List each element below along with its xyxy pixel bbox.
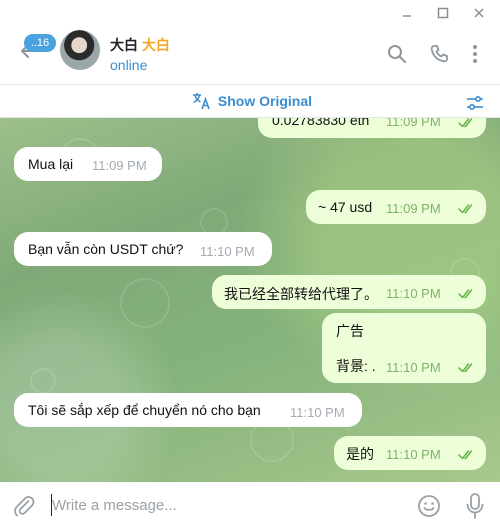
minimize-icon[interactable] [398, 4, 416, 22]
emoji-icon[interactable] [416, 493, 442, 519]
message-bubble-incoming[interactable]: Tôi sẽ sắp xếp để chuyển nó cho bạn 11:1… [14, 393, 362, 427]
chat-header: ..16 大白 大白 online [0, 26, 500, 84]
phone-icon[interactable] [428, 43, 450, 65]
window-titlebar [0, 0, 500, 26]
read-checkmarks-icon [458, 289, 473, 299]
background-doodle [120, 278, 170, 328]
message-time: 11:10 PM [290, 405, 345, 420]
message-bubble-outgoing[interactable]: 是的 11:10 PM [334, 436, 486, 470]
message-bubble-incoming[interactable]: Mua lại 11:09 PM [14, 147, 162, 181]
message-time: 11:10 PM [386, 447, 441, 462]
contact-name-emoji: 大白 [141, 37, 170, 53]
message-text: ~ 47 usd [318, 199, 373, 215]
translate-settings-icon[interactable] [465, 93, 485, 113]
message-bubble-outgoing[interactable]: ~ 47 usd 11:09 PM [306, 190, 486, 224]
avatar[interactable] [60, 30, 100, 70]
read-checkmarks-icon [458, 363, 473, 373]
message-text: Bạn vẫn còn USDT chứ? [28, 241, 184, 257]
read-checkmarks-icon [458, 450, 473, 460]
message-bubble-incoming[interactable]: Bạn vẫn còn USDT chứ? 11:10 PM [14, 232, 272, 266]
message-bubble-outgoing[interactable]: 0.02783830 eth 11:09 PM [258, 118, 486, 138]
message-text-line1: 广告 [336, 323, 364, 339]
message-time: 11:09 PM [92, 158, 147, 173]
more-menu-icon[interactable] [464, 43, 486, 65]
contact-status: online [110, 57, 148, 73]
message-text-line2: 背景: . [336, 358, 376, 374]
message-time: 11:10 PM [386, 286, 441, 301]
message-time: 11:10 PM [386, 360, 441, 375]
message-time: 11:10 PM [200, 244, 255, 259]
close-icon[interactable] [470, 4, 488, 22]
contact-name-text: 大白 [110, 37, 138, 53]
contact-name[interactable]: 大白 大白 [110, 35, 170, 55]
maximize-icon[interactable] [434, 4, 452, 22]
show-original-button[interactable]: Show Original [192, 92, 312, 112]
microphone-icon[interactable] [464, 492, 486, 520]
paperclip-icon[interactable] [12, 494, 36, 518]
message-time: 11:09 PM [386, 201, 441, 216]
translate-bar: Show Original [0, 84, 500, 118]
translate-icon [193, 93, 210, 110]
message-text: Tôi sẽ sắp xếp để chuyển nó cho bạn [28, 402, 261, 418]
message-text: 是的 [346, 446, 374, 462]
read-checkmarks-icon [458, 204, 473, 214]
background-doodle [30, 368, 56, 394]
message-bubble-outgoing[interactable]: 我已经全部转给代理了。 11:10 PM [212, 275, 486, 309]
message-composer [0, 482, 500, 529]
message-list[interactable]: 0.02783830 eth 11:09 PM Mua lại 11:09 PM… [0, 118, 500, 482]
show-original-label: Show Original [217, 93, 313, 109]
message-text: Mua lại [28, 156, 74, 172]
message-time: 11:09 PM [386, 118, 441, 129]
unread-badge: ..16 [24, 34, 56, 52]
message-input[interactable] [52, 494, 402, 516]
message-text: 我已经全部转给代理了。 [224, 286, 378, 302]
read-checkmarks-icon [458, 118, 473, 128]
search-icon[interactable] [386, 43, 408, 65]
message-bubble-outgoing[interactable]: 广告 背景: . 11:10 PM [322, 313, 486, 383]
message-text: 0.02783830 eth [272, 118, 370, 128]
